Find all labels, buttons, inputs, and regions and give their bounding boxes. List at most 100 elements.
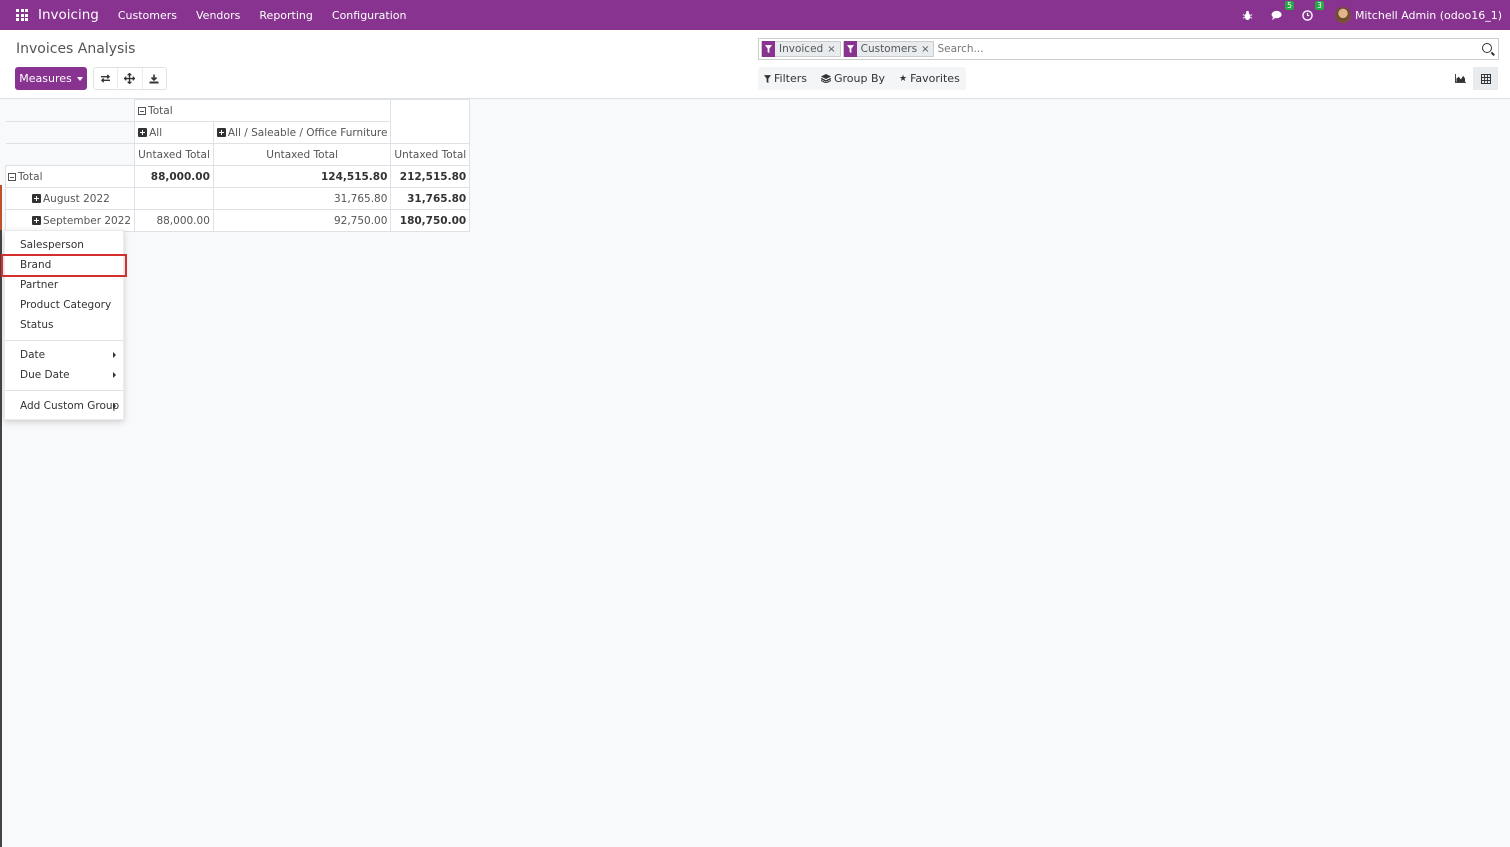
systray: 5 3 Mitchell Admin (odoo16_1) bbox=[1225, 0, 1502, 30]
view-switcher bbox=[1448, 67, 1498, 90]
expand-all-button[interactable] bbox=[118, 68, 143, 89]
pivot-cell[interactable] bbox=[134, 187, 214, 210]
left-edge-line bbox=[0, 230, 2, 847]
groupby-option-date[interactable]: Date bbox=[5, 345, 123, 365]
pivot-cell[interactable]: 88,000.00 bbox=[134, 209, 214, 232]
search-options: Filters Group By ★ Favorites bbox=[758, 67, 966, 90]
expand-icon bbox=[32, 215, 41, 225]
pivot-header-total[interactable]: Total bbox=[134, 99, 392, 122]
download-icon bbox=[149, 74, 159, 83]
expand-icon bbox=[32, 193, 41, 203]
search-bar: Invoiced × Customers × bbox=[758, 38, 1499, 60]
page-title: Invoices Analysis bbox=[16, 41, 136, 57]
caret-right-icon bbox=[113, 403, 116, 409]
dropdown-divider bbox=[5, 340, 123, 341]
pivot-actions bbox=[93, 67, 167, 90]
filter-icon bbox=[843, 41, 857, 57]
user-avatar[interactable] bbox=[1334, 7, 1351, 23]
layers-icon bbox=[820, 74, 831, 83]
measure-header[interactable]: Untaxed Total bbox=[134, 143, 214, 166]
menu-vendors[interactable]: Vendors bbox=[196, 9, 240, 22]
menu-configuration[interactable]: Configuration bbox=[332, 9, 407, 22]
groupby-option-product-category[interactable]: Product Category bbox=[5, 295, 123, 315]
search-input[interactable] bbox=[937, 43, 1498, 55]
bug-icon[interactable] bbox=[1241, 8, 1255, 22]
pivot-cell[interactable]: 88,000.00 bbox=[134, 165, 214, 188]
measure-header[interactable]: Untaxed Total bbox=[390, 143, 471, 166]
favorites-label: Favorites bbox=[910, 72, 960, 85]
menu-customers[interactable]: Customers bbox=[118, 9, 177, 22]
pivot-corner bbox=[5, 121, 136, 144]
star-icon: ★ bbox=[899, 73, 908, 84]
pivot-header-all[interactable]: All bbox=[134, 121, 214, 144]
search-icon[interactable] bbox=[1482, 43, 1492, 53]
dropdown-divider bbox=[5, 390, 123, 391]
graph-view-button[interactable] bbox=[1448, 67, 1473, 90]
facet-label: Invoiced bbox=[779, 43, 824, 55]
arrows-icon bbox=[124, 73, 136, 84]
measures-label: Measures bbox=[19, 72, 72, 85]
filters-label: Filters bbox=[774, 72, 807, 85]
facet-label: Customers bbox=[860, 43, 918, 55]
user-menu[interactable]: Mitchell Admin (odoo16_1) bbox=[1355, 9, 1502, 22]
area-chart-icon bbox=[1455, 74, 1466, 83]
groupby-toggle[interactable]: Group By bbox=[820, 72, 886, 85]
activities-badge: 3 bbox=[1315, 1, 1324, 10]
pivot-cell[interactable]: 92,750.00 bbox=[212, 209, 392, 232]
caret-right-icon bbox=[113, 372, 116, 378]
expand-icon bbox=[138, 127, 148, 137]
measure-header[interactable]: Untaxed Total bbox=[212, 143, 392, 166]
table-row: August 2022 31,765.80 31,765.80 bbox=[4, 187, 471, 210]
pivot-header-total-spacer bbox=[390, 99, 471, 144]
exchange-icon bbox=[101, 74, 111, 83]
row-selection-marker bbox=[0, 185, 2, 230]
facet-remove-icon[interactable]: × bbox=[827, 44, 839, 55]
collapse-icon bbox=[8, 172, 16, 181]
pivot-header-office-furniture[interactable]: All / Saleable / Office Furniture bbox=[212, 121, 392, 144]
groupby-label: Group By bbox=[833, 72, 886, 85]
apps-menu-icon[interactable] bbox=[16, 9, 28, 21]
pivot-cell[interactable]: 212,515.80 bbox=[390, 165, 471, 188]
facet-customers: Customers × bbox=[842, 41, 935, 57]
app-brand[interactable]: Invoicing bbox=[38, 7, 99, 23]
measures-button[interactable]: Measures bbox=[15, 67, 87, 90]
groupby-option-partner[interactable]: Partner bbox=[5, 275, 123, 295]
groupby-option-due-date[interactable]: Due Date bbox=[5, 365, 123, 385]
caret-right-icon bbox=[113, 352, 116, 358]
pivot-cell[interactable]: 31,765.80 bbox=[390, 187, 471, 210]
messages-badge: 5 bbox=[1285, 1, 1294, 10]
caret-down-icon bbox=[76, 76, 83, 81]
pivot-corner bbox=[5, 99, 136, 122]
expand-icon bbox=[216, 127, 226, 137]
table-row: Total 88,000.00 124,515.80 212,515.80 bbox=[4, 165, 471, 188]
pivot-cell[interactable]: 124,515.80 bbox=[212, 165, 392, 188]
messages-icon[interactable]: 5 bbox=[1271, 1, 1294, 22]
row-header-total[interactable]: Total bbox=[4, 165, 136, 188]
favorites-toggle[interactable]: ★ Favorites bbox=[899, 72, 960, 85]
facet-invoiced: Invoiced × bbox=[761, 41, 841, 57]
pivot-view-button[interactable] bbox=[1473, 67, 1498, 90]
top-navbar: Invoicing Customers Vendors Reporting Co… bbox=[0, 0, 1510, 30]
menu-reporting[interactable]: Reporting bbox=[259, 9, 312, 22]
download-button[interactable] bbox=[143, 68, 166, 89]
filter-icon bbox=[764, 74, 771, 83]
facet-remove-icon[interactable]: × bbox=[921, 44, 933, 55]
pivot-cell[interactable]: 31,765.80 bbox=[212, 187, 392, 210]
collapse-icon bbox=[138, 106, 147, 115]
activities-icon[interactable]: 3 bbox=[1301, 1, 1324, 22]
table-icon bbox=[1480, 73, 1491, 84]
filter-icon bbox=[762, 41, 775, 57]
row-header-august[interactable]: August 2022 bbox=[4, 187, 136, 210]
brand-highlight-box bbox=[1, 254, 127, 277]
pivot-corner bbox=[5, 143, 136, 166]
add-custom-group[interactable]: Add Custom Group bbox=[5, 396, 123, 416]
row-header-september[interactable]: September 2022 bbox=[4, 209, 136, 232]
flip-axis-button[interactable] bbox=[94, 68, 119, 89]
groupby-option-status[interactable]: Status bbox=[5, 315, 123, 335]
control-panel: Invoices Analysis Measures Invoiced × Cu… bbox=[0, 30, 1510, 99]
pivot-table: Total All All / Saleable / Office Furnit… bbox=[4, 99, 471, 232]
table-row: September 2022 88,000.00 92,750.00 180,7… bbox=[4, 209, 471, 232]
pivot-cell[interactable]: 180,750.00 bbox=[390, 209, 471, 232]
filters-toggle[interactable]: Filters bbox=[764, 72, 807, 85]
groupby-option-salesperson[interactable]: Salesperson bbox=[5, 235, 123, 255]
